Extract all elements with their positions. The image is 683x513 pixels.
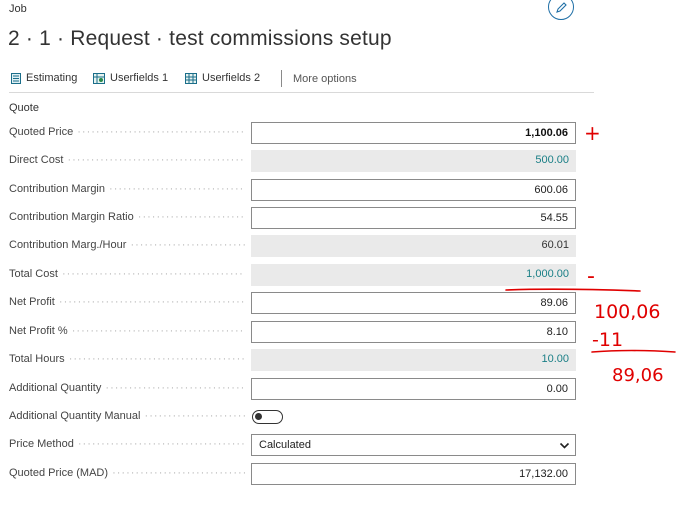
quoted-price-mad-input[interactable]: 17,132.00 <box>251 463 576 485</box>
field-total-cost: Total Cost 1,000.00 <box>9 264 577 286</box>
ink-line-2: -11 <box>592 329 623 351</box>
grid-icon <box>185 72 197 84</box>
field-label: Contribution Margin <box>9 183 245 195</box>
total-hours-value[interactable]: 10.00 <box>251 349 576 371</box>
field-net-profit: Net Profit 89.06 <box>9 292 577 314</box>
toggle-knob <box>255 413 262 420</box>
field-additional-quantity-manual: Additional Quantity Manual <box>9 406 577 428</box>
field-total-hours: Total Hours 10.00 <box>9 349 577 371</box>
contribution-margin-input[interactable]: 600.06 <box>251 179 576 201</box>
userfields-1-button[interactable]: Userfields 1 <box>93 72 168 84</box>
ink-minus: - <box>587 264 595 289</box>
ink-subtotal-underline <box>591 349 676 353</box>
field-quoted-price-mad: Quoted Price (MAD) 17,132.00 <box>9 463 577 485</box>
sheet-icon <box>11 72 21 84</box>
action-label: Userfields 1 <box>110 72 169 84</box>
field-label: Direct Cost <box>9 154 245 166</box>
field-additional-quantity: Additional Quantity 0.00 <box>9 378 577 400</box>
price-method-value: Calculated <box>259 439 311 451</box>
field-label: Total Hours <box>9 353 245 365</box>
field-label: Additional Quantity Manual <box>9 410 245 422</box>
net-profit-pct-input[interactable]: 8.10 <box>251 321 576 343</box>
userfields-2-button[interactable]: Userfields 2 <box>185 72 260 84</box>
field-label: Net Profit <box>9 296 245 308</box>
ink-total-underline <box>505 288 641 292</box>
action-divider <box>281 70 282 87</box>
quoted-price-input[interactable]: 1,100.06 <box>251 122 576 144</box>
field-label: Contribution Margin Ratio <box>9 211 245 223</box>
field-contribution-margin: Contribution Margin 600.06 <box>9 179 577 201</box>
field-label: Quoted Price (MAD) <box>9 467 245 479</box>
field-label: Quoted Price <box>9 126 245 138</box>
net-profit-input[interactable]: 89.06 <box>251 292 576 314</box>
field-label: Total Cost <box>9 268 245 280</box>
action-label: Userfields 2 <box>202 72 261 84</box>
page-title: 2 · 1 · Request · test commissions setup <box>8 27 392 50</box>
grid-user-icon <box>93 72 105 84</box>
ink-line-1: 100,06 <box>594 301 660 323</box>
field-net-profit-pct: Net Profit % 8.10 <box>9 321 577 343</box>
contribution-margin-ratio-input[interactable]: 54.55 <box>251 207 576 229</box>
ink-line-3: 89,06 <box>612 365 664 386</box>
field-direct-cost: Direct Cost 500.00 <box>9 150 577 172</box>
more-options-button[interactable]: More options <box>293 73 357 85</box>
field-label: Price Method <box>9 438 245 450</box>
price-method-select[interactable]: Calculated <box>251 434 576 456</box>
action-label: Estimating <box>26 72 78 84</box>
additional-quantity-manual-toggle[interactable] <box>252 410 283 424</box>
direct-cost-value[interactable]: 500.00 <box>251 150 576 172</box>
field-label: Net Profit % <box>9 325 245 337</box>
estimating-button[interactable]: Estimating <box>11 72 77 84</box>
total-cost-value[interactable]: 1,000.00 <box>251 264 576 286</box>
field-contribution-margin-ratio: Contribution Margin Ratio 54.55 <box>9 207 577 229</box>
edit-button[interactable] <box>548 0 574 20</box>
breadcrumb: Job <box>9 3 27 15</box>
section-title: Quote <box>9 102 39 114</box>
field-contribution-marg-hour: Contribution Marg./Hour 60.01 <box>9 235 577 257</box>
pencil-icon <box>555 1 567 13</box>
additional-quantity-input[interactable]: 0.00 <box>251 378 576 400</box>
field-quoted-price: Quoted Price 1,100.06 <box>9 122 577 144</box>
contribution-marg-hour-value: 60.01 <box>251 235 576 257</box>
field-label: Additional Quantity <box>9 382 245 394</box>
action-bar: Estimating Userfields 1 Userfields 2 Mor… <box>9 66 594 93</box>
field-price-method: Price Method Calculated <box>9 434 577 456</box>
field-label: Contribution Marg./Hour <box>9 239 245 251</box>
ink-plus: + <box>584 121 601 145</box>
chevron-down-icon <box>559 442 570 449</box>
